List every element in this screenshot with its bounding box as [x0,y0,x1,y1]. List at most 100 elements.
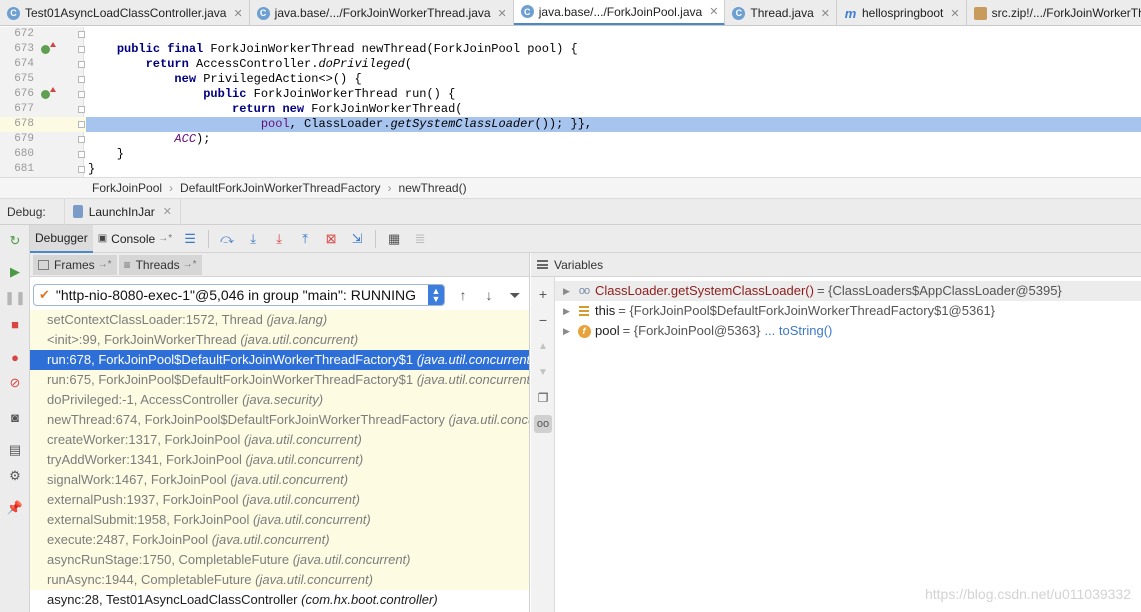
view-breakpoints-icon[interactable]: ● [6,348,24,366]
editor-tab[interactable]: src.zip!/.../ForkJoinWorkerThrea✕ [967,0,1141,25]
add-icon[interactable]: + [534,285,552,303]
debug-session-tab[interactable]: LaunchInJar ✕ [63,198,181,225]
filter-icon[interactable]: ⏷ [506,286,524,304]
override-marker-icon[interactable] [41,87,56,99]
step-into-icon[interactable]: ⤓ [242,229,264,249]
stack-frame[interactable]: newThread:674, ForkJoinPool$DefaultForkJ… [30,410,529,430]
force-step-into-icon[interactable]: ⤓ [268,229,290,249]
watch-expression-row[interactable]: ▶ oo ClassLoader.getSystemClassLoader() = {… [555,281,1141,301]
breadcrumb-item[interactable]: DefaultForkJoinWorkerThreadFactory [180,181,381,195]
stack-frame[interactable]: createWorker:1317, ForkJoinPool (java.ut… [30,430,529,450]
fold-marker-icon[interactable] [78,76,85,83]
code-editor[interactable]: 672 673 public final ForkJoinWorkerThread… [0,27,1141,177]
evaluate-expression-icon[interactable]: ▦ [383,229,405,249]
expand-icon[interactable]: ▶ [563,281,577,301]
variables-list: ▶ oo ClassLoader.getSystemClassLoader() = {… [555,281,1141,341]
stack-frame[interactable]: asyncRunStage:1750, CompletableFuture (j… [30,550,529,570]
copy-icon[interactable]: ❐ [534,389,552,407]
close-icon[interactable]: ✕ [709,5,718,18]
step-over-icon[interactable]: ⤼ [216,229,238,249]
breadcrumb-item[interactable]: newThread() [399,181,467,195]
close-icon[interactable]: ✕ [498,7,507,20]
rerun-icon[interactable]: ↻ [6,232,24,250]
code-line[interactable]: 678 pool, ClassLoader.getSystemClassLoad… [0,117,1141,132]
fold-marker-icon[interactable] [78,91,85,98]
editor-tab[interactable]: Cjava.base/.../ForkJoinWorkerThread.java… [250,0,514,25]
expand-icon[interactable]: ▶ [563,321,577,341]
stack-frame[interactable]: execute:2487, ForkJoinPool (java.util.co… [30,530,529,550]
code-line[interactable]: 680 } [0,147,1141,162]
stack-frame[interactable]: run:678, ForkJoinPool$DefaultForkJoinWor… [30,350,529,370]
step-out-icon[interactable]: ⤒ [294,229,316,249]
code-line[interactable]: 673 public final ForkJoinWorkerThread ne… [0,42,1141,57]
fold-marker-icon[interactable] [78,166,85,173]
trace-icon[interactable]: ≣ [409,229,431,249]
code-line[interactable]: 681} [0,162,1141,177]
tab-debugger[interactable]: Debugger [30,224,93,253]
code-line[interactable]: 676 public ForkJoinWorkerThread run() { [0,87,1141,102]
chevron-right-icon: › [387,181,392,195]
fold-marker-icon[interactable] [78,106,85,113]
stack-frame[interactable]: runAsync:1944, CompletableFuture (java.u… [30,570,529,590]
arrow-down-icon[interactable]: ↓ [480,286,498,304]
expand-icon[interactable]: ▶ [563,301,577,321]
stack-frame[interactable]: async:28, Test01AsyncLoadClassController… [30,590,529,610]
thread-select[interactable]: ✔ "http-nio-8080-exec-1"@5,046 in group … [33,284,445,306]
code-line[interactable]: 679 ACC); [0,132,1141,147]
stack-frame[interactable]: externalPush:1937, ForkJoinPool (java.ut… [30,490,529,510]
to-string-link[interactable]: ... toString() [764,321,832,341]
fold-marker-icon[interactable] [78,151,85,158]
close-icon[interactable]: ✕ [950,7,959,20]
tab-console[interactable]: ▣ Console →* [93,225,177,253]
camera-icon[interactable]: ◙ [6,408,24,426]
run-to-cursor-icon[interactable]: ⇲ [346,229,368,249]
code-line[interactable]: 672 [0,27,1141,42]
code-line[interactable]: 677 return new ForkJoinWorkerThread( [0,102,1141,117]
glasses-icon[interactable]: oo [534,415,552,433]
resume-icon[interactable]: ▶ [6,263,24,281]
fold-marker-icon[interactable] [78,61,85,68]
stack-frame[interactable]: tryAddWorker:1341, ForkJoinPool (java.ut… [30,450,529,470]
mute-breakpoints-icon[interactable]: ⊘ [6,374,24,392]
close-icon[interactable]: ✕ [163,205,172,218]
editor-tab[interactable]: C Thread.java ✕ [725,0,837,25]
stack-frame[interactable]: setContextClassLoader:1572, Thread (java… [30,310,529,330]
variable-row[interactable]: ▶ this = {ForkJoinPool$DefaultForkJoinWork… [555,301,1141,321]
stop-icon[interactable]: ■ [6,315,24,333]
stack-frame[interactable]: run:675, ForkJoinPool$DefaultForkJoinWor… [30,370,529,390]
pin-icon[interactable]: 📌 [6,499,24,517]
code-line[interactable]: 674 return AccessController.doPrivileged… [0,57,1141,72]
show-execution-point-icon[interactable]: ☰ [179,229,201,249]
move-down-icon[interactable]: ▼ [534,363,552,381]
editor-tab[interactable]: Cjava.base/.../ForkJoinPool.java ✕ [513,0,726,25]
editor-tab[interactable]: m hellospringboot ✕ [837,0,967,25]
fold-marker-icon[interactable] [78,46,85,53]
editor-tab[interactable]: C Test01AsyncLoadClassController.java ✕ [0,0,250,25]
close-icon[interactable]: ✕ [821,7,830,20]
fold-marker-icon[interactable] [78,121,85,128]
breadcrumb-item[interactable]: ForkJoinPool [92,181,162,195]
line-number: 680 [14,148,34,160]
pause-icon[interactable]: ❚❚ [4,289,26,307]
stack-frame[interactable]: externalSubmit:1958, ForkJoinPool (java.… [30,510,529,530]
close-icon[interactable]: ✕ [233,7,242,20]
drop-frame-icon[interactable]: ⊠ [320,229,342,249]
override-marker-icon[interactable] [41,42,56,54]
stack-frame[interactable]: doPrivileged:-1, AccessController (java.… [30,390,529,410]
chevron-updown-icon: ▲ ▼ [428,285,444,305]
code-line[interactable]: 675 new PrivilegedAction<>() { [0,72,1141,87]
fold-marker-icon[interactable] [78,31,85,38]
variable-row[interactable]: ▶ f pool = {ForkJoinPool@5363}... toString(… [555,321,1141,341]
move-up-icon[interactable]: ▲ [534,337,552,355]
variable-name: ClassLoader.getSystemClassLoader() [595,283,814,298]
remove-icon[interactable]: − [534,311,552,329]
code-text: pool, ClassLoader.getSystemClassLoader()… [88,117,593,132]
stack-frame[interactable]: <init>:99, ForkJoinWorkerThread (java.ut… [30,330,529,350]
tab-threads[interactable]: ≡ Threads →* [118,254,202,275]
settings-icon[interactable]: ⚙ [6,467,24,485]
arrow-up-icon[interactable]: ↑ [454,286,472,304]
layout-icon[interactable]: ▤ [6,441,24,459]
fold-marker-icon[interactable] [78,136,85,143]
stack-frame[interactable]: signalWork:1467, ForkJoinPool (java.util… [30,470,529,490]
tab-frames[interactable]: Frames →* [33,254,117,275]
